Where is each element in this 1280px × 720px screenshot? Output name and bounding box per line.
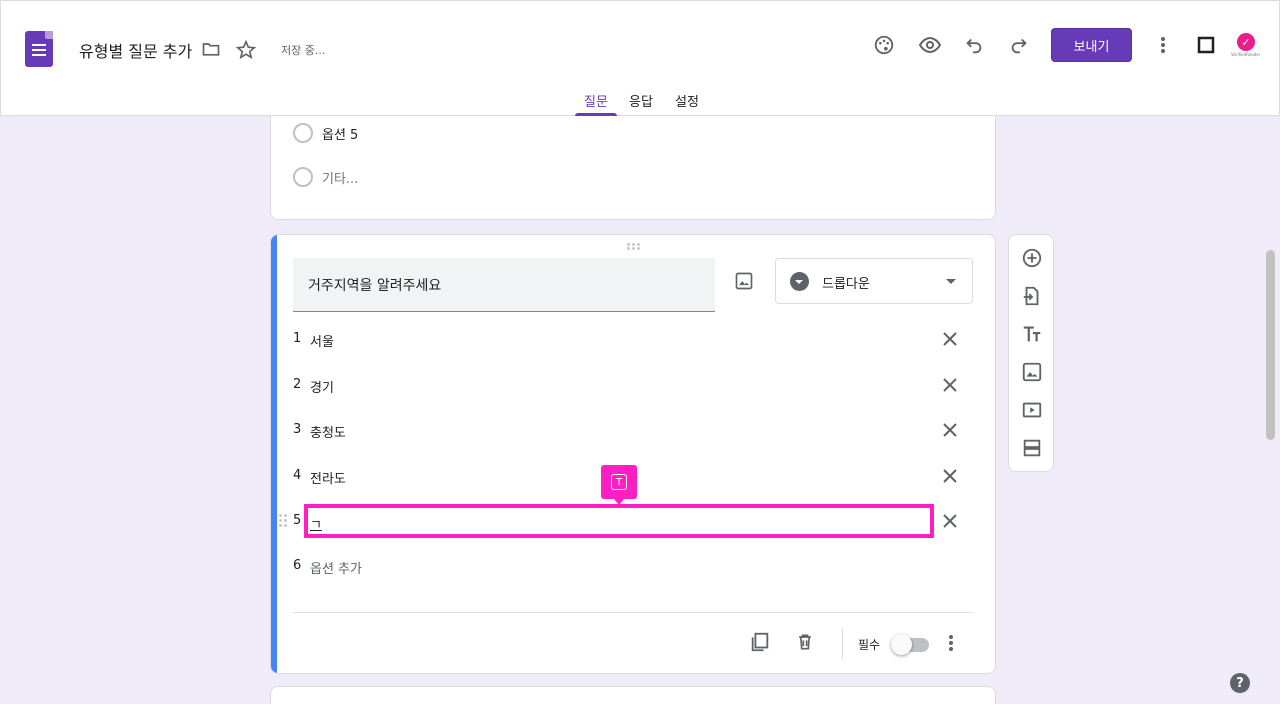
option-input-field[interactable] — [304, 504, 934, 538]
list-item[interactable]: 3 충청도 — [293, 418, 963, 442]
preview-eye-icon[interactable] — [918, 33, 942, 57]
avatar[interactable]: ✓ VerifiedReader — [1231, 31, 1261, 57]
bottom-strip — [0, 704, 1280, 720]
help-icon[interactable]: ? — [1230, 673, 1250, 693]
chevron-down-icon — [946, 279, 956, 284]
tab-bar: 질문 응답 설정 — [1, 89, 1280, 117]
page-scrollbar[interactable] — [1266, 250, 1275, 440]
card-footer-divider — [293, 612, 973, 613]
option-label[interactable]: 경기 — [310, 377, 334, 396]
add-option-label[interactable]: 옵션 추가 — [310, 558, 362, 577]
radio-option[interactable]: 옵션 5 — [293, 123, 358, 143]
send-button[interactable]: 보내기 — [1051, 28, 1132, 62]
next-question-card[interactable] — [270, 686, 996, 704]
palette-icon[interactable] — [872, 33, 896, 57]
tab-questions[interactable]: 질문 — [584, 91, 608, 110]
option-drag-handle-icon[interactable] — [279, 514, 287, 528]
option-number: 3 — [293, 422, 302, 437]
add-video-icon[interactable] — [1021, 399, 1043, 421]
option-label[interactable]: 전라도 — [310, 468, 346, 487]
close-icon[interactable] — [942, 422, 958, 438]
footer-divider — [842, 628, 843, 658]
floating-toolbar — [1008, 234, 1054, 472]
forms-logo-icon[interactable] — [25, 31, 53, 67]
text-tool-icon: T — [611, 474, 627, 490]
required-toggle-knob[interactable] — [891, 634, 912, 655]
close-icon[interactable] — [942, 513, 958, 529]
active-question-card[interactable]: 거주지역을 알려주세요 드롭다운 1 서울 2 경기 3 충청도 4 전라도 5… — [270, 234, 996, 674]
add-image-icon[interactable] — [1021, 361, 1043, 383]
previous-question-card[interactable]: 옵션 5 기타... — [270, 116, 996, 220]
undo-icon[interactable] — [962, 33, 986, 57]
delete-icon[interactable] — [795, 632, 815, 652]
top-header: 유형별 질문 추가 저장 중... 보내기 ✓ VerifiedReader 질… — [0, 0, 1280, 116]
saving-status: 저장 중... — [281, 44, 326, 57]
redo-icon[interactable] — [1007, 33, 1031, 57]
question-title-input[interactable]: 거주지역을 알려주세요 — [293, 258, 715, 312]
add-question-icon[interactable] — [1021, 247, 1043, 269]
radio-option-label[interactable]: 옵션 5 — [322, 124, 358, 143]
tab-responses[interactable]: 응답 — [629, 91, 653, 110]
square-icon[interactable] — [1194, 33, 1218, 57]
active-card-indicator — [271, 235, 277, 673]
option-number: 4 — [293, 468, 302, 483]
option-label[interactable]: 서울 — [310, 331, 334, 350]
question-type-select[interactable]: 드롭다운 — [775, 258, 973, 304]
list-item[interactable]: 1 서울 — [293, 327, 963, 351]
option-number: 6 — [293, 558, 302, 573]
required-label: 필수 — [858, 638, 881, 652]
folder-icon[interactable] — [201, 39, 221, 59]
option-number: 1 — [293, 331, 302, 346]
form-canvas: 옵션 5 기타... 거주지역을 알려주세요 드롭다운 1 서울 2 경기 3 … — [0, 116, 1280, 704]
add-option-row[interactable]: 6 옵션 추가 — [293, 554, 963, 578]
radio-option-label[interactable]: 기타... — [322, 168, 358, 187]
duplicate-icon[interactable] — [749, 631, 771, 653]
list-item[interactable]: 2 경기 — [293, 373, 963, 397]
radio-option-other[interactable]: 기타... — [293, 167, 358, 187]
more-vert-icon[interactable] — [945, 633, 957, 653]
close-icon[interactable] — [942, 377, 958, 393]
avatar-text: VerifiedReader — [1231, 52, 1261, 57]
card-drag-handle-icon[interactable] — [627, 243, 641, 250]
check-icon: ✓ — [1237, 33, 1255, 51]
question-title-text: 거주지역을 알려주세요 — [308, 278, 442, 294]
option-number: 5 — [293, 513, 302, 528]
text-tool-marker: T — [601, 465, 637, 505]
add-section-icon[interactable] — [1021, 437, 1043, 459]
option-number: 2 — [293, 377, 302, 392]
tab-settings[interactable]: 설정 — [675, 91, 699, 110]
radio-circle-icon — [293, 123, 313, 143]
add-image-icon[interactable] — [734, 271, 754, 291]
import-questions-icon[interactable] — [1021, 285, 1043, 307]
option-label[interactable]: 충청도 — [310, 422, 346, 441]
radio-circle-icon — [293, 167, 313, 187]
close-icon[interactable] — [942, 331, 958, 347]
add-title-icon[interactable] — [1021, 323, 1043, 345]
star-icon[interactable] — [235, 39, 257, 61]
option-input-text[interactable]: ㄱ — [310, 514, 322, 533]
dropdown-type-icon — [790, 272, 809, 291]
more-vert-icon[interactable] — [1151, 33, 1175, 57]
question-type-label: 드롭다운 — [822, 277, 870, 292]
close-icon[interactable] — [942, 468, 958, 484]
document-title[interactable]: 유형별 질문 추가 — [79, 38, 192, 62]
